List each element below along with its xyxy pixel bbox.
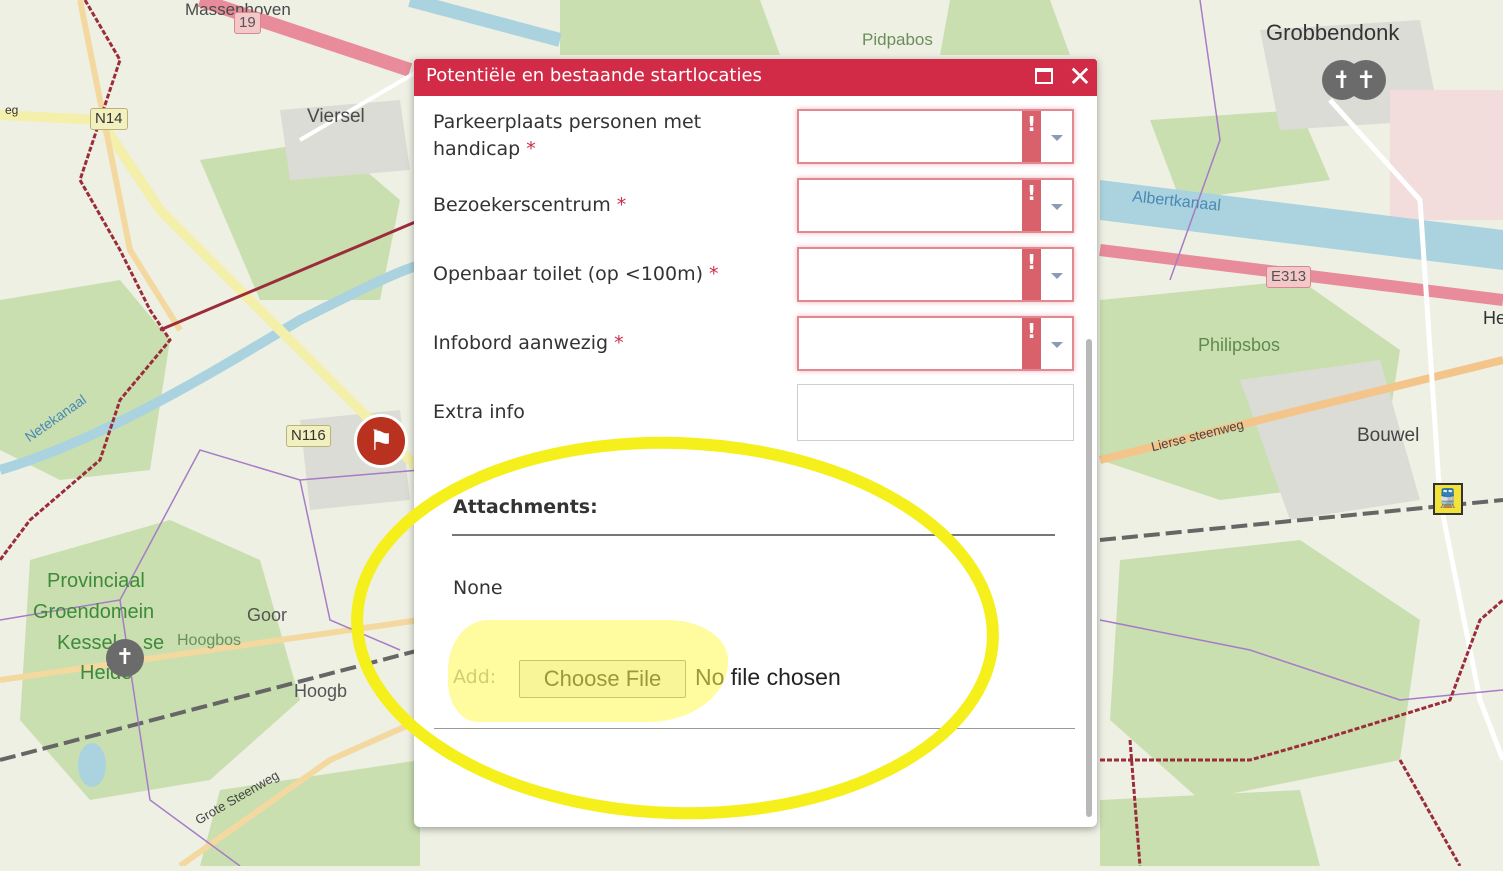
map-label-eg: eg <box>5 103 19 117</box>
field-label-text: Openbaar toilet (op <100m) <box>433 263 703 285</box>
chevron-down-icon <box>1051 342 1063 348</box>
required-marker: * <box>614 332 624 354</box>
map-label-provinciaal: Provinciaal <box>47 570 145 592</box>
warning-icon: ! <box>1022 318 1041 369</box>
map-label-pidpabos: Pidpabos <box>862 30 933 49</box>
field-label-text: Bezoekerscentrum <box>433 194 611 216</box>
map-label-hoogbos: Hoogbos <box>177 632 242 649</box>
map-label-bouwel: Bouwel <box>1357 425 1420 446</box>
field-label-infobord: Infobord aanwezig * <box>433 330 763 357</box>
map-label-se: se <box>143 632 165 654</box>
scrollbar-thumb[interactable] <box>1086 339 1092 817</box>
popup-header[interactable]: Potentiële en bestaande startlocaties ✕ <box>414 59 1097 96</box>
required-marker: * <box>616 194 627 216</box>
map-label-hoogbos-partial: Hoogb <box>294 681 348 701</box>
map-label-goor: Goor <box>247 605 288 625</box>
chevron-down-icon <box>1051 273 1063 279</box>
warning-icon: ! <box>1022 180 1041 231</box>
field-label-openbaar-toilet: Openbaar toilet (op <100m) * <box>433 261 763 288</box>
map-label-viersel: Viersel <box>307 106 365 127</box>
no-file-chosen-text: No file chosen <box>695 664 841 690</box>
popup-window: Potentiële en bestaande startlocaties ✕ … <box>414 59 1097 827</box>
choose-file-button[interactable]: Choose File <box>519 660 686 698</box>
field-label-text: Parkeerplaats personen met handicap <box>433 111 702 160</box>
attachments-add-label: Add: <box>453 666 497 688</box>
warning-icon: ! <box>1022 249 1041 300</box>
chevron-down-icon <box>1051 135 1063 141</box>
map-label-grobbendonk: Grobbendonk <box>1266 20 1400 45</box>
field-label-bezoekerscentrum: Bezoekerscentrum * <box>433 192 763 219</box>
attachments-title: Attachments: <box>453 496 598 518</box>
close-icon[interactable]: ✕ <box>1066 61 1094 93</box>
pond <box>78 743 106 787</box>
map-label-he: He <box>1483 308 1503 328</box>
industrial-area <box>1390 90 1503 220</box>
road-shield-n116: N116 <box>286 425 331 447</box>
select-bezoekerscentrum[interactable]: ! <box>797 178 1074 233</box>
map-label-philipsbos: Philipsbos <box>1198 335 1281 355</box>
road-shield-n14: N14 <box>90 108 128 130</box>
warning-icon: ! <box>1022 111 1041 162</box>
select-infobord[interactable]: ! <box>797 316 1074 371</box>
cemetery-icon-2[interactable]: ✝ <box>1346 60 1386 100</box>
field-label-text: Infobord aanwezig <box>433 332 609 354</box>
church-icon[interactable]: ✝ <box>106 639 144 677</box>
attachments-bottom-divider <box>434 728 1075 729</box>
extra-info-input[interactable] <box>797 384 1074 441</box>
select-parkeerplaats[interactable]: ! <box>797 109 1074 164</box>
road-shield-e313: E313 <box>1266 266 1312 288</box>
flag-marker-icon[interactable]: ⚑ <box>354 414 408 468</box>
train-station-icon[interactable]: 🚆 <box>1433 483 1463 515</box>
attachments-none-text: None <box>453 577 503 599</box>
attachments-divider <box>452 534 1055 536</box>
road-shield-19: 19 <box>234 12 261 34</box>
map-label-groendomein: Groendomein <box>33 601 155 623</box>
required-marker: * <box>709 263 719 285</box>
chevron-down-icon <box>1051 204 1063 210</box>
select-openbaar-toilet[interactable]: ! <box>797 247 1074 302</box>
field-label-parkeerplaats: Parkeerplaats personen met handicap * <box>433 109 763 163</box>
field-label-extra-info: Extra info <box>433 401 525 423</box>
maximize-icon[interactable] <box>1035 68 1053 84</box>
required-marker: * <box>526 138 536 160</box>
popup-title: Potentiële en bestaande startlocaties <box>426 65 762 86</box>
